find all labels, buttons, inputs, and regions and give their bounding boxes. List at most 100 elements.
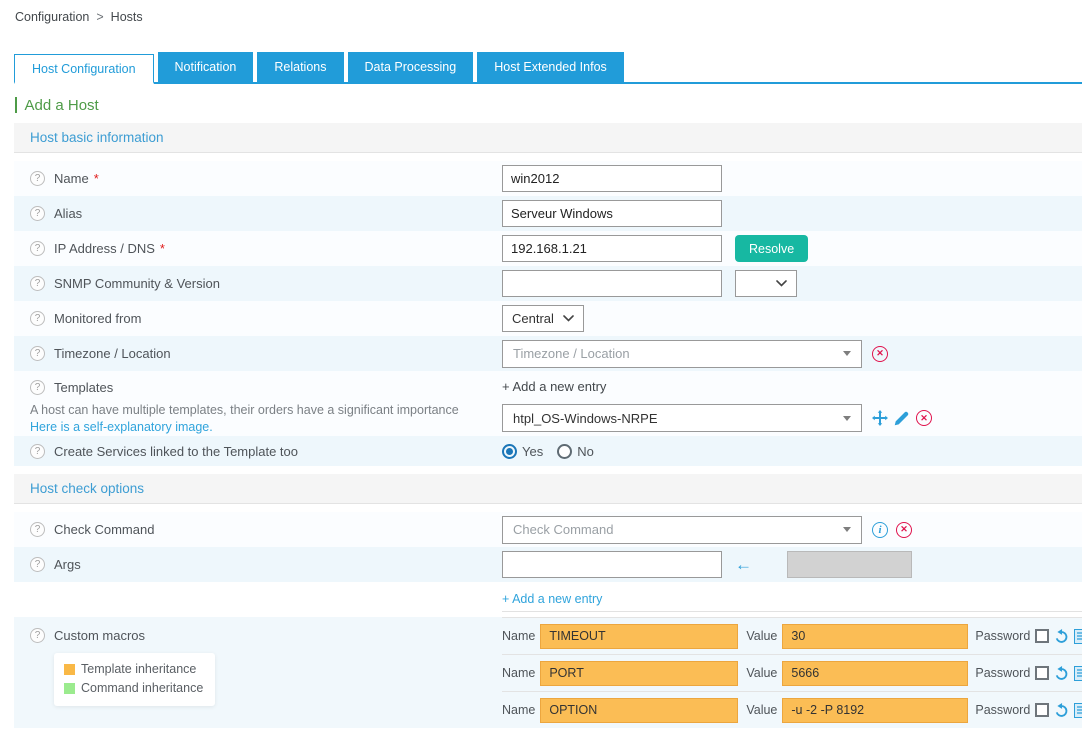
templates-help-text: A host can have multiple templates, thei… xyxy=(30,402,459,436)
help-icon[interactable]: ? xyxy=(30,557,45,572)
macro-row-timeout: Name Value Password ✕ xyxy=(502,617,1082,654)
undo-icon[interactable] xyxy=(1054,666,1069,681)
help-icon[interactable]: ? xyxy=(30,380,45,395)
timezone-dropdown[interactable]: Timezone / Location xyxy=(502,340,862,368)
chevron-down-icon xyxy=(776,280,787,287)
timezone-label: ? Timezone / Location xyxy=(14,346,502,361)
tab-host-configuration[interactable]: Host Configuration xyxy=(14,54,154,84)
ip-address-input[interactable] xyxy=(502,235,722,262)
template-inheritance-swatch xyxy=(64,664,75,675)
help-icon[interactable]: ? xyxy=(30,276,45,291)
macro-password-checkbox[interactable] xyxy=(1035,629,1049,643)
macro-name-input[interactable] xyxy=(540,624,738,649)
delete-template-icon[interactable]: ✕ xyxy=(916,410,932,426)
macro-value-input[interactable] xyxy=(782,698,968,723)
dropdown-caret-icon xyxy=(843,351,851,356)
create-services-label: ? Create Services linked to the Template… xyxy=(14,444,502,459)
clear-check-command-icon[interactable]: ✕ xyxy=(896,522,912,538)
tab-data-processing[interactable]: Data Processing xyxy=(348,52,474,82)
chevron-down-icon xyxy=(563,315,574,322)
macro-row-option: Name Value Password ✕ xyxy=(502,691,1082,728)
row-name: ? Name * xyxy=(14,161,1082,196)
breadcrumb-configuration[interactable]: Configuration xyxy=(15,10,89,24)
move-icon[interactable] xyxy=(872,410,888,426)
required-asterisk: * xyxy=(160,241,165,256)
clear-timezone-icon[interactable]: ✕ xyxy=(872,346,888,362)
row-alias: ? Alias xyxy=(14,196,1082,231)
ip-address-label: ? IP Address / DNS * xyxy=(14,241,502,256)
alias-input[interactable] xyxy=(502,200,722,227)
template-dropdown[interactable]: htpl_OS-Windows-NRPE xyxy=(502,404,862,432)
args-label: ? Args xyxy=(14,557,502,572)
create-services-yes-radio[interactable] xyxy=(502,444,517,459)
args-disabled-box xyxy=(787,551,912,578)
name-input[interactable] xyxy=(502,165,722,192)
snmp-version-select[interactable] xyxy=(735,270,797,297)
tab-host-extended-infos[interactable]: Host Extended Infos xyxy=(477,52,624,82)
macro-password-checkbox[interactable] xyxy=(1035,666,1049,680)
macro-value-input[interactable] xyxy=(782,661,968,686)
row-custom-macros: ? Custom macros Template inheritance Com… xyxy=(14,617,1082,728)
row-snmp: ? SNMP Community & Version xyxy=(14,266,1082,301)
help-icon[interactable]: ? xyxy=(30,206,45,221)
page-title: Add a Host xyxy=(15,96,1082,114)
help-icon[interactable]: ? xyxy=(30,346,45,361)
macro-name-input[interactable] xyxy=(540,698,738,723)
description-icon[interactable] xyxy=(1074,629,1082,644)
check-command-label: ? Check Command xyxy=(14,522,502,537)
row-create-services: ? Create Services linked to the Template… xyxy=(14,436,1082,466)
info-icon[interactable]: i xyxy=(872,522,888,538)
description-icon[interactable] xyxy=(1074,666,1082,681)
tab-bar: Host Configuration Notification Relation… xyxy=(14,52,1082,84)
undo-icon[interactable] xyxy=(1054,703,1069,718)
alias-label: ? Alias xyxy=(14,206,502,221)
help-icon[interactable]: ? xyxy=(30,522,45,537)
snmp-community-input[interactable] xyxy=(502,270,722,297)
monitored-from-select[interactable]: Central xyxy=(502,305,584,332)
row-timezone: ? Timezone / Location Timezone / Locatio… xyxy=(14,336,1082,371)
host-configuration-page: Configuration > Hosts Host Configuration N… xyxy=(0,0,1082,729)
breadcrumb: Configuration > Hosts xyxy=(0,0,1082,26)
help-icon[interactable]: ? xyxy=(30,241,45,256)
help-icon[interactable]: ? xyxy=(30,444,45,459)
help-icon[interactable]: ? xyxy=(30,171,45,186)
dropdown-caret-icon xyxy=(843,527,851,532)
row-args: ? Args ← xyxy=(14,547,1082,582)
arrow-left-icon[interactable]: ← xyxy=(735,555,752,575)
title-pipe xyxy=(15,97,17,113)
macro-name-input[interactable] xyxy=(540,661,738,686)
tab-notification[interactable]: Notification xyxy=(158,52,254,82)
custom-macros-label: ? Custom macros Template inheritance Com… xyxy=(14,617,502,728)
resolve-button[interactable]: Resolve xyxy=(735,235,808,262)
description-icon[interactable] xyxy=(1074,703,1082,718)
undo-icon[interactable] xyxy=(1054,629,1069,644)
required-asterisk: * xyxy=(94,171,99,186)
breadcrumb-separator: > xyxy=(96,10,103,24)
help-icon[interactable]: ? xyxy=(30,628,45,643)
section-host-basic-information: Host basic information xyxy=(14,123,1082,153)
tab-relations[interactable]: Relations xyxy=(257,52,343,82)
create-services-no-radio[interactable] xyxy=(557,444,572,459)
name-label: ? Name * xyxy=(14,171,502,186)
self-explanatory-image-link[interactable]: Here is a self-explanatory image. xyxy=(30,420,213,434)
macro-password-checkbox[interactable] xyxy=(1035,703,1049,717)
macro-value-input[interactable] xyxy=(782,624,968,649)
help-icon[interactable]: ? xyxy=(30,311,45,326)
row-monitored-from: ? Monitored from Central xyxy=(14,301,1082,336)
row-add-args-entry: + Add a new entry xyxy=(14,582,1082,617)
breadcrumb-hosts[interactable]: Hosts xyxy=(111,10,143,24)
check-command-dropdown[interactable]: Check Command xyxy=(502,516,862,544)
add-args-entry-link[interactable]: + Add a new entry xyxy=(502,592,602,606)
macro-inheritance-legend: Template inheritance Command inheritance xyxy=(54,653,215,706)
snmp-label: ? SNMP Community & Version xyxy=(14,276,502,291)
command-inheritance-swatch xyxy=(64,683,75,694)
edit-icon[interactable] xyxy=(894,411,909,426)
page-title-text: Add a Host xyxy=(25,97,99,114)
row-templates: ? Templates A host can have multiple tem… xyxy=(14,371,1082,436)
row-check-command: ? Check Command Check Command i ✕ xyxy=(14,512,1082,547)
templates-label: ? Templates A host can have multiple tem… xyxy=(14,371,502,436)
args-input[interactable] xyxy=(502,551,722,578)
add-template-entry-link[interactable]: + Add a new entry xyxy=(502,379,606,394)
monitored-from-label: ? Monitored from xyxy=(14,311,502,326)
host-form: Host basic information ? Name * ? Alias xyxy=(14,123,1082,729)
